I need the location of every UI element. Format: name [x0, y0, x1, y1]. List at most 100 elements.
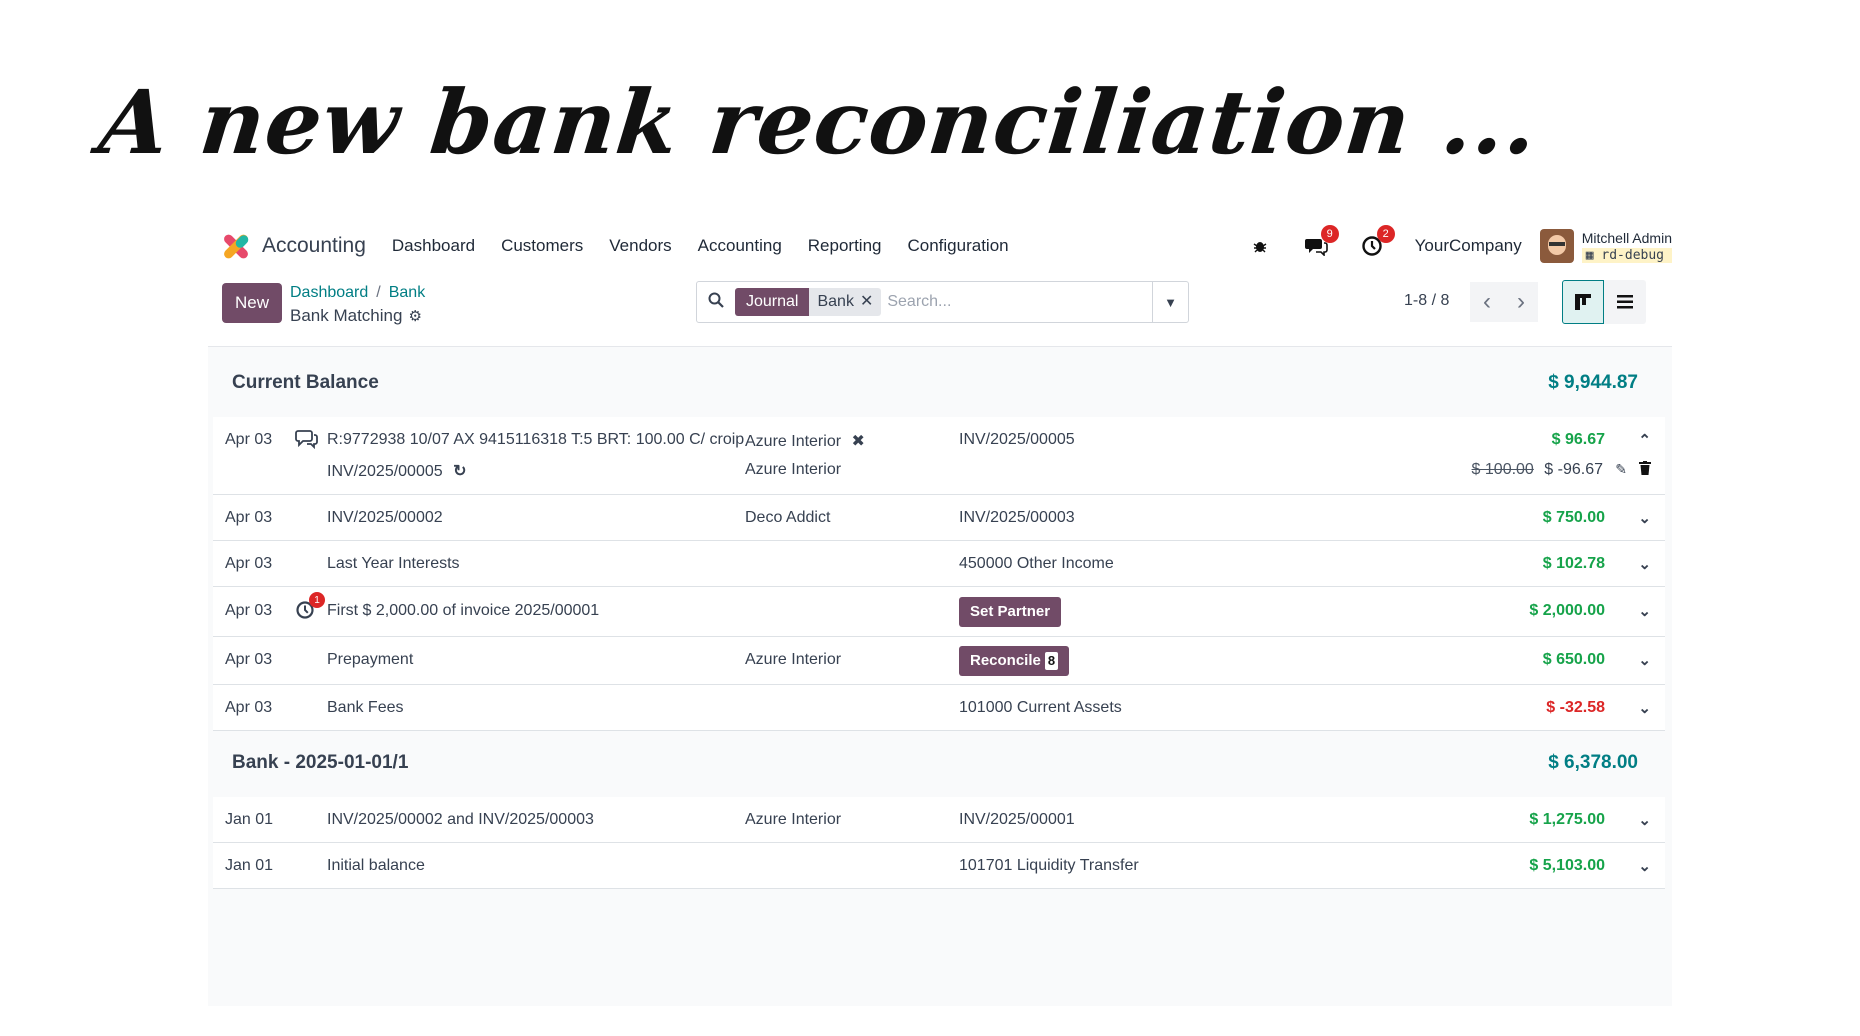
- odoo-app: Accounting Dashboard Customers Vendors A…: [208, 218, 1672, 336]
- matched-entry: INV/2025/00005 ↻: [327, 461, 467, 481]
- pager-value[interactable]: 1-8 / 8: [1404, 292, 1449, 310]
- app-logo-icon[interactable]: [222, 232, 250, 260]
- line-date: Jan 01: [225, 857, 273, 875]
- reconcile-button[interactable]: Reconcile8: [959, 646, 1069, 676]
- line-label: Prepayment: [327, 651, 413, 669]
- line-date: Apr 03: [225, 555, 272, 573]
- line-label: INV/2025/00002 and INV/2025/00003: [327, 811, 594, 829]
- reconcile-count-badge: 8: [1045, 652, 1058, 670]
- chat-icon[interactable]: [295, 429, 319, 454]
- gear-icon[interactable]: ⚙: [408, 308, 421, 325]
- chevron-down-icon[interactable]: ⌄: [1638, 651, 1651, 669]
- statement-line-expanded[interactable]: Apr 03 R:9772938 10/07 AX 9415116318 T:5…: [213, 417, 1665, 495]
- page-title-text: Bank Matching: [290, 306, 402, 325]
- bank-lines-kanban: Current Balance $ 9,944.87 Apr 03 R:9772…: [208, 346, 1672, 1006]
- user-menu[interactable]: Mitchell Admin ▦ rd-debug: [1582, 230, 1672, 263]
- line-date: Apr 03: [225, 602, 272, 620]
- chevron-down-icon[interactable]: ⌄: [1638, 811, 1651, 829]
- caret-down-icon: ▼: [1164, 295, 1177, 310]
- list-icon: [1616, 294, 1634, 310]
- chevron-down-icon[interactable]: ⌄: [1638, 602, 1651, 620]
- company-switcher[interactable]: YourCompany: [1415, 236, 1522, 256]
- matched-partner: Azure Interior: [745, 461, 841, 479]
- statement-line[interactable]: Apr 03 1 First $ 2,000.00 of invoice 202…: [213, 587, 1665, 637]
- breadcrumb-separator: /: [376, 284, 380, 301]
- chevron-down-icon[interactable]: ⌄: [1638, 555, 1651, 573]
- chat-icon[interactable]: 9: [1303, 233, 1329, 259]
- group-header[interactable]: Current Balance $ 9,944.87: [232, 353, 1656, 413]
- chevron-down-icon[interactable]: ⌄: [1638, 699, 1651, 717]
- statement-line[interactable]: Apr 03 Last Year Interests 450000 Other …: [213, 541, 1665, 587]
- page-title: Bank Matching ⚙: [290, 306, 422, 326]
- line-partner: Azure Interior: [745, 811, 841, 829]
- line-amount: $ 1,275.00: [1529, 811, 1605, 829]
- breadcrumb-dashboard[interactable]: Dashboard: [290, 284, 368, 301]
- line-date: Jan 01: [225, 811, 273, 829]
- line-label: Initial balance: [327, 857, 425, 875]
- search-facet-journal: Journal Bank✕: [735, 288, 881, 316]
- chevron-down-icon[interactable]: ⌄: [1638, 509, 1651, 527]
- activity-clock-icon[interactable]: 1: [295, 600, 315, 625]
- menu-customers[interactable]: Customers: [501, 236, 583, 256]
- statement-line[interactable]: Apr 03 Prepayment Azure Interior Reconci…: [213, 637, 1665, 685]
- new-button[interactable]: New: [222, 283, 282, 323]
- line-label: Bank Fees: [327, 699, 403, 717]
- user-avatar[interactable]: [1540, 229, 1574, 263]
- statement-line[interactable]: Jan 01 INV/2025/00002 and INV/2025/00003…: [213, 797, 1665, 843]
- line-label: First $ 2,000.00 of invoice 2025/00001: [327, 602, 599, 620]
- search-options-toggle[interactable]: ▼: [1152, 282, 1188, 322]
- set-partner-button[interactable]: Set Partner: [959, 597, 1061, 627]
- search-input[interactable]: [887, 293, 1122, 311]
- matched-amount: $ -96.67: [1544, 461, 1603, 478]
- close-icon[interactable]: ✕: [860, 293, 873, 310]
- chevron-down-icon[interactable]: ⌄: [1638, 857, 1651, 875]
- line-reference: INV/2025/00003: [959, 509, 1075, 527]
- menu-configuration[interactable]: Configuration: [908, 236, 1009, 256]
- remove-partner-icon[interactable]: ✖: [852, 433, 865, 450]
- line-date: Apr 03: [225, 699, 272, 717]
- chevron-up-icon[interactable]: ⌃: [1638, 431, 1651, 449]
- top-navbar: Accounting Dashboard Customers Vendors A…: [208, 218, 1672, 274]
- line-partner-text: Azure Interior: [745, 433, 841, 450]
- group-header[interactable]: Bank - 2025-01-01/1 $ 6,378.00: [232, 733, 1656, 793]
- statement-line[interactable]: Jan 01 Initial balance 101701 Liquidity …: [213, 843, 1665, 889]
- trash-icon[interactable]: [1639, 461, 1651, 480]
- line-amount: $ 96.67: [1552, 431, 1605, 449]
- search-icon[interactable]: [697, 292, 735, 313]
- bug-icon[interactable]: [1247, 233, 1273, 259]
- line-amount: $ -32.58: [1546, 699, 1605, 717]
- line-partner: Azure Interior: [745, 651, 841, 669]
- statement-line[interactable]: Apr 03 INV/2025/00002 Deco Addict INV/20…: [213, 495, 1665, 541]
- debug-database: ▦ rd-debug: [1582, 248, 1672, 263]
- debug-database-label: rd-debug: [1601, 248, 1664, 263]
- matched-amounts: $ 100.00 $ -96.67: [1472, 461, 1603, 479]
- group-title: Current Balance: [232, 372, 379, 394]
- pager-next[interactable]: ›: [1504, 282, 1538, 322]
- line-partner: Deco Addict: [745, 509, 830, 527]
- line-label: Last Year Interests: [327, 555, 460, 573]
- activities-badge: 2: [1377, 225, 1395, 243]
- pager-previous[interactable]: ‹: [1470, 282, 1504, 322]
- line-reference: INV/2025/00005: [959, 431, 1075, 449]
- line-amount: $ 650.00: [1543, 651, 1605, 669]
- slide-title: A new bank reconciliation ...: [95, 70, 1543, 174]
- search-bar: Journal Bank✕ ▼: [696, 281, 1189, 323]
- activity-clock-icon[interactable]: 2: [1359, 233, 1385, 259]
- menu-vendors[interactable]: Vendors: [609, 236, 671, 256]
- kanban-view-button[interactable]: [1562, 280, 1604, 324]
- statement-line[interactable]: Apr 03 Bank Fees 101000 Current Assets $…: [213, 685, 1665, 731]
- line-reference: 101701 Liquidity Transfer: [959, 857, 1139, 875]
- app-name[interactable]: Accounting: [262, 234, 366, 258]
- menu-dashboard[interactable]: Dashboard: [392, 236, 475, 256]
- line-partner[interactable]: Azure Interior ✖: [745, 431, 865, 451]
- menu-reporting[interactable]: Reporting: [808, 236, 882, 256]
- menu-accounting[interactable]: Accounting: [698, 236, 782, 256]
- list-view-button[interactable]: [1604, 280, 1646, 324]
- line-label: INV/2025/00002: [327, 509, 443, 527]
- navbar-systray: 9 2 YourCompany Mitchell Admin ▦ rd-debu…: [1247, 226, 1672, 266]
- refresh-icon[interactable]: ↻: [453, 463, 466, 480]
- edit-icon[interactable]: ✎: [1615, 461, 1627, 478]
- facet-label: Journal: [735, 288, 809, 316]
- breadcrumb-bank[interactable]: Bank: [389, 284, 425, 301]
- line-amount: $ 2,000.00: [1529, 602, 1605, 620]
